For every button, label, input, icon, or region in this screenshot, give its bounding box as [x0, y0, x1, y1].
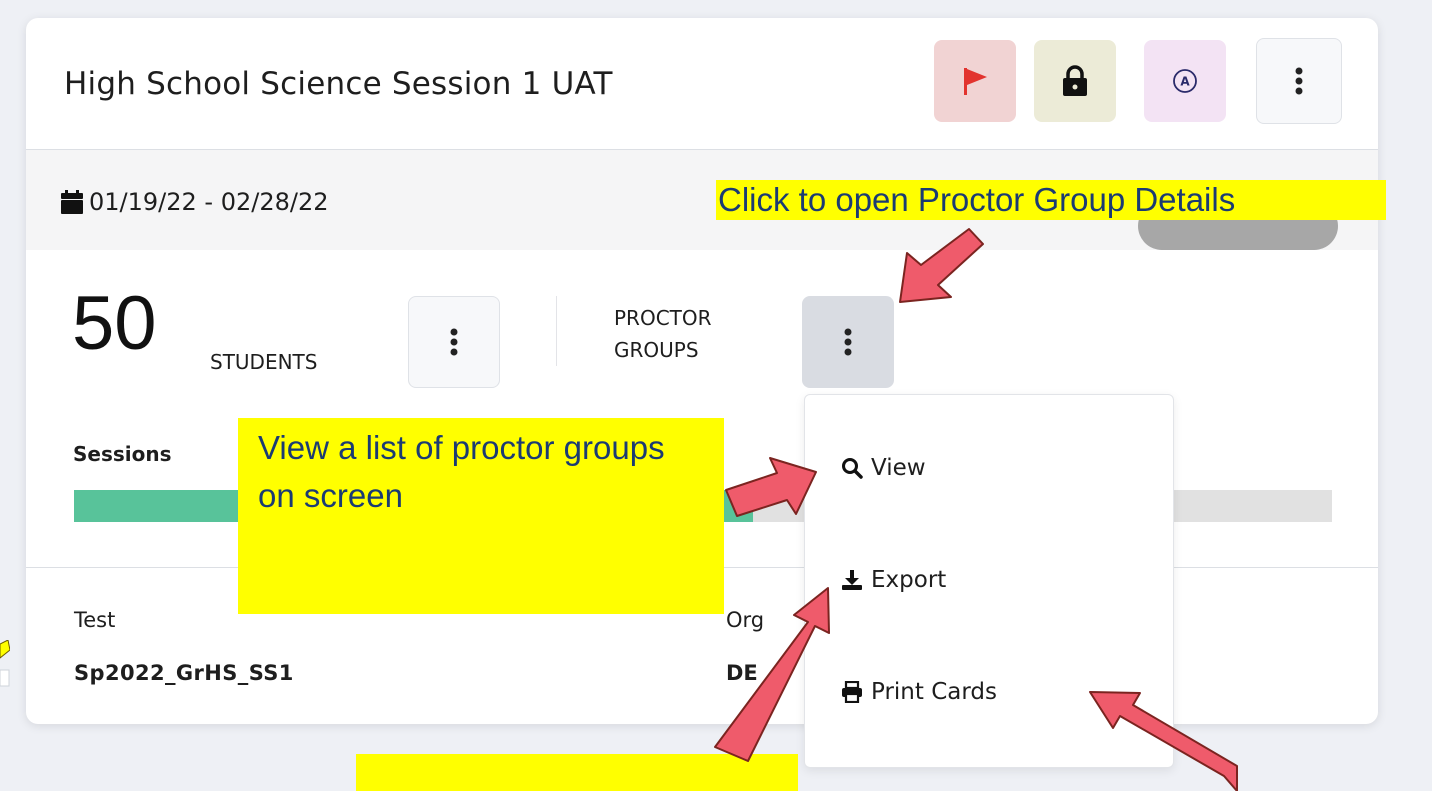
menu-item-export[interactable]: Export	[841, 567, 946, 593]
students-menu-button[interactable]	[408, 296, 500, 388]
proctor-groups-label: PROCTOR GROUPS	[614, 302, 712, 367]
more-vertical-icon	[450, 328, 458, 356]
accommodations-button[interactable]: A	[1144, 40, 1226, 122]
more-vertical-icon	[844, 328, 852, 356]
accessibility-a-icon: A	[1173, 69, 1197, 93]
card-header: High School Science Session 1 UAT A	[26, 18, 1378, 150]
flag-icon	[964, 68, 987, 95]
search-icon	[842, 458, 863, 479]
sessions-label: Sessions	[73, 442, 172, 466]
date-range: 01/19/22 - 02/28/22	[61, 188, 329, 216]
flag-button[interactable]	[934, 40, 1016, 122]
students-label: STUDENTS	[210, 350, 318, 374]
test-value: Sp2022_GrHS_SS1	[74, 661, 294, 685]
menu-item-print-cards[interactable]: Print Cards	[841, 679, 997, 705]
callout-export	[356, 754, 798, 791]
menu-item-label: Print Cards	[871, 679, 998, 705]
menu-item-label: Export	[871, 567, 947, 593]
proctor-groups-label-line1: PROCTOR	[614, 306, 712, 330]
org-value: DE	[726, 661, 758, 685]
callout-proctor-group-details: Click to open Proctor Group Details	[716, 180, 1386, 220]
org-label: Org	[726, 608, 765, 632]
session-card: High School Science Session 1 UAT A 01/1…	[26, 18, 1378, 724]
lock-button[interactable]	[1034, 40, 1116, 122]
student-count: 50	[72, 281, 157, 366]
proctor-groups-dropdown: View Export Print Cards	[804, 394, 1174, 768]
test-label: Test	[74, 608, 116, 632]
session-title: High School Science Session 1 UAT	[64, 66, 613, 102]
calendar-icon	[61, 190, 83, 214]
left-edge-fragment	[0, 640, 10, 687]
lock-icon	[1063, 65, 1087, 96]
print-icon	[842, 681, 862, 703]
download-icon	[842, 570, 862, 590]
more-vertical-icon	[1295, 67, 1303, 95]
divider	[556, 296, 557, 366]
menu-item-view[interactable]: View	[841, 455, 926, 481]
callout-view-list: View a list of proctor groups on screen	[238, 418, 724, 614]
card-more-button[interactable]	[1256, 38, 1342, 124]
svg-text:A: A	[1180, 75, 1190, 89]
date-range-text: 01/19/22 - 02/28/22	[89, 188, 329, 216]
proctor-groups-label-line2: GROUPS	[614, 338, 699, 363]
menu-item-label: View	[871, 455, 926, 481]
proctor-groups-menu-button[interactable]	[802, 296, 894, 388]
